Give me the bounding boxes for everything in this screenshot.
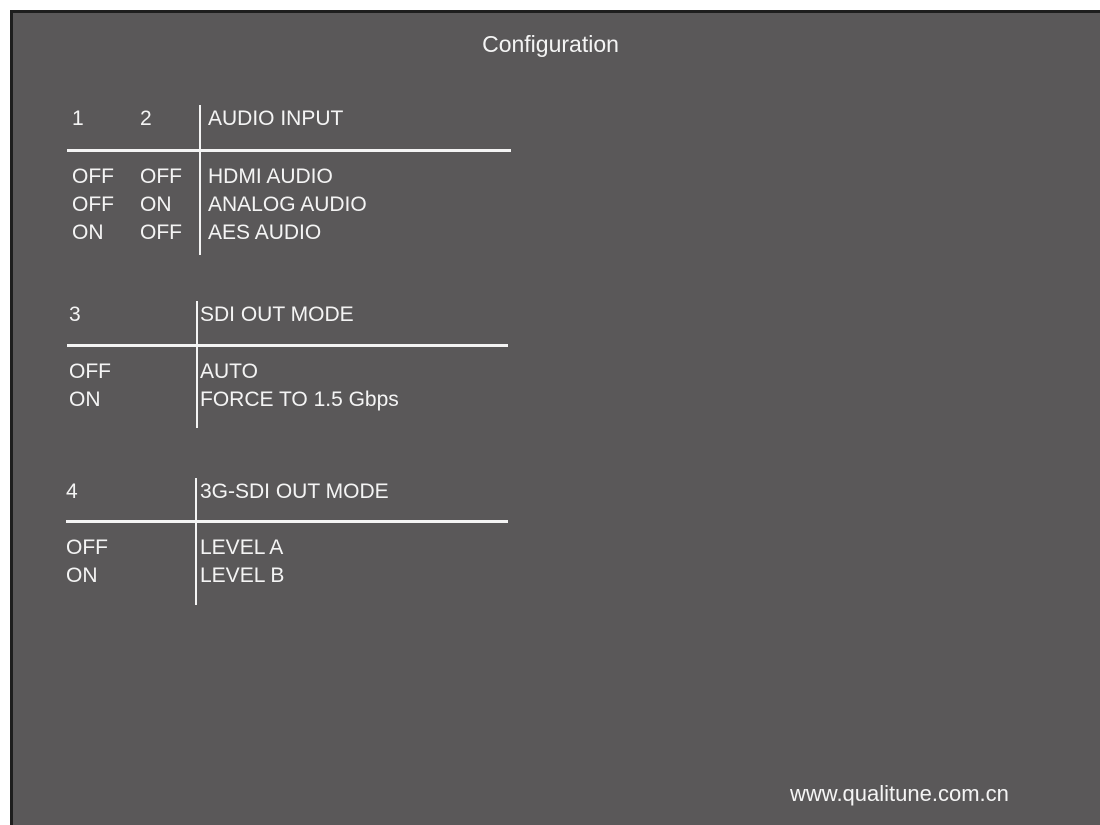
header-divider — [66, 520, 508, 523]
switch-2-header: 2 — [140, 107, 152, 130]
row-1-mode: HDMI AUDIO — [208, 165, 333, 188]
page-title: Configuration — [482, 31, 619, 57]
audio-input-header: AUDIO INPUT — [208, 107, 344, 130]
row-3-mode: AES AUDIO — [208, 221, 322, 244]
row-3-switch-2: OFF — [140, 221, 182, 244]
column-divider — [199, 105, 201, 255]
row-1-switch-3: OFF — [69, 360, 111, 383]
row-2-switch-3: ON — [69, 388, 101, 411]
row-1-switch-2: OFF — [140, 165, 182, 188]
configuration-panel: Configuration 1 2 AUDIO INPUT OFF OFF HD… — [10, 10, 1100, 825]
row-2-mode: LEVEL B — [200, 564, 285, 587]
switch-4-header: 4 — [66, 480, 78, 503]
website-url: www.qualitune.com.cn — [790, 781, 1009, 806]
row-2-switch-2: ON — [140, 193, 172, 216]
sdi-out-mode-header: SDI OUT MODE — [200, 303, 354, 326]
row-2-mode: FORCE TO 1.5 Gbps — [200, 388, 399, 411]
row-1-mode: AUTO — [200, 360, 258, 383]
row-2-switch-4: ON — [66, 564, 98, 587]
row-3-switch-1: ON — [72, 221, 104, 244]
row-1-switch-1: OFF — [72, 165, 114, 188]
column-divider — [196, 301, 198, 428]
row-2-mode: ANALOG AUDIO — [208, 193, 367, 216]
header-divider — [67, 149, 511, 152]
header-divider — [67, 344, 508, 347]
column-divider — [195, 478, 197, 605]
switch-1-header: 1 — [72, 107, 84, 130]
3g-sdi-out-mode-header: 3G-SDI OUT MODE — [200, 480, 389, 503]
switch-3-header: 3 — [69, 303, 81, 326]
row-1-mode: LEVEL A — [200, 536, 284, 559]
row-1-switch-4: OFF — [66, 536, 108, 559]
row-2-switch-1: OFF — [72, 193, 114, 216]
